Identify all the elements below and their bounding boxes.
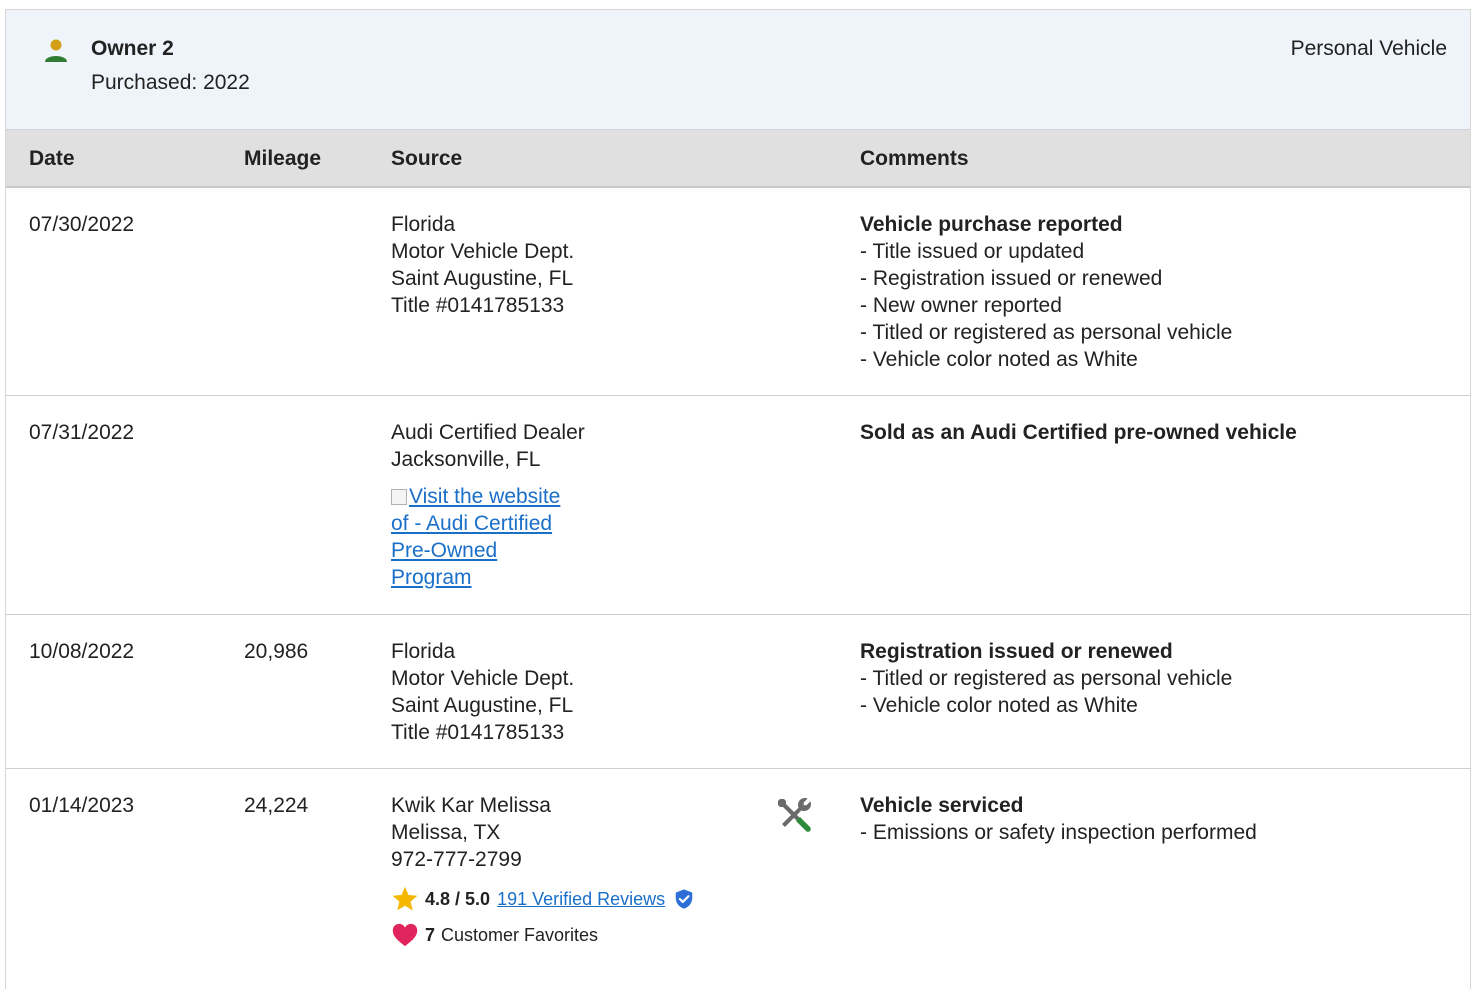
source-line: Title #0141785133 <box>391 294 565 317</box>
comment-item: - Title issued or updated <box>860 240 1085 263</box>
favorites-label: Customer Favorites <box>441 924 599 945</box>
row-date: 01/14/2023 <box>29 794 135 817</box>
row-date: 10/08/2022 <box>29 640 135 663</box>
table-row: 01/14/2023 24,224 Kwik Kar Melissa Melis… <box>6 769 1470 989</box>
table-row: 07/30/2022 Florida Motor Vehicle Dept. S… <box>6 188 1470 396</box>
owner-purchased-year: Purchased: 2022 <box>91 71 250 94</box>
favorites-line: 7 Customer Favorites <box>391 921 695 949</box>
source-line: Motor Vehicle Dept. <box>391 667 575 690</box>
source-line: Florida <box>391 640 456 663</box>
rating-value: 4.8 / 5.0 <box>425 888 491 909</box>
comment-item: - Titled or registered as personal vehic… <box>860 667 1233 690</box>
heart-icon <box>392 923 418 947</box>
comment-title: Sold as an Audi Certified pre-owned vehi… <box>860 421 1297 444</box>
column-header-mileage: Mileage <box>244 147 322 170</box>
source-line: Motor Vehicle Dept. <box>391 240 575 263</box>
column-header-source: Source <box>391 147 463 170</box>
owner-title: Owner 2 <box>91 37 174 60</box>
column-header-date: Date <box>29 147 75 170</box>
row-mileage: 20,986 <box>244 640 309 663</box>
row-comments: Vehicle serviced - Emissions or safety i… <box>860 792 1450 846</box>
row-comments: Registration issued or renewed - Titled … <box>860 638 1450 719</box>
person-icon <box>45 39 67 62</box>
comment-item: - New owner reported <box>860 294 1062 317</box>
source-line: Saint Augustine, FL <box>391 267 574 290</box>
owner-header: Owner 2 Purchased: 2022 Personal Vehicle <box>6 10 1470 130</box>
row-source: Florida Motor Vehicle Dept. Saint August… <box>391 211 574 319</box>
table-row: 07/31/2022 Audi Certified Dealer Jackson… <box>6 396 1470 614</box>
comment-item: - Emissions or safety inspection perform… <box>860 821 1257 844</box>
source-line: Jacksonville, FL <box>391 448 541 471</box>
row-source: Kwik Kar Melissa Melissa, TX 972-777-279… <box>391 792 695 949</box>
row-date: 07/30/2022 <box>29 213 135 236</box>
broken-image-icon <box>391 489 407 505</box>
dealer-website-link[interactable]: Visit the website of - Audi Certified Pr… <box>391 483 566 591</box>
row-mileage: 24,224 <box>244 794 309 817</box>
dealer-website-link-text: Visit the website of - Audi Certified Pr… <box>391 485 561 589</box>
row-comments: Sold as an Audi Certified pre-owned vehi… <box>860 419 1450 446</box>
rating-line: 4.8 / 5.0 191 Verified Reviews <box>391 885 695 913</box>
source-line: 972-777-2799 <box>391 848 522 871</box>
source-line: Audi Certified Dealer <box>391 421 585 444</box>
verified-reviews-link[interactable]: 191 Verified Reviews <box>497 886 665 913</box>
source-line: Title #0141785133 <box>391 721 565 744</box>
row-date: 07/31/2022 <box>29 421 135 444</box>
comment-item: - Registration issued or renewed <box>860 267 1163 290</box>
row-source: Florida Motor Vehicle Dept. Saint August… <box>391 638 574 746</box>
table-header: Date Mileage Source Comments <box>6 130 1470 188</box>
source-line: Kwik Kar Melissa <box>391 794 551 817</box>
column-header-comments: Comments <box>860 147 969 170</box>
comment-title: Vehicle serviced <box>860 794 1024 817</box>
source-line: Florida <box>391 213 456 236</box>
star-icon <box>392 886 418 911</box>
service-tools-icon <box>778 798 811 832</box>
verified-shield-icon <box>675 889 693 909</box>
comment-item: - Titled or registered as personal vehic… <box>860 321 1233 344</box>
comment-item: - Vehicle color noted as White <box>860 348 1138 371</box>
comment-title: Vehicle purchase reported <box>860 213 1123 236</box>
favorites-count: 7 <box>425 924 436 945</box>
table-row: 10/08/2022 20,986 Florida Motor Vehicle … <box>6 615 1470 768</box>
comment-title: Registration issued or renewed <box>860 640 1173 663</box>
owner-history-panel: Owner 2 Purchased: 2022 Personal Vehicle… <box>5 9 1471 989</box>
owner-vehicle-type: Personal Vehicle <box>1290 37 1447 60</box>
source-line: Saint Augustine, FL <box>391 694 574 717</box>
comment-item: - Vehicle color noted as White <box>860 694 1138 717</box>
source-line: Melissa, TX <box>391 821 501 844</box>
row-comments: Vehicle purchase reported - Title issued… <box>860 211 1450 373</box>
row-source: Audi Certified Dealer Jacksonville, FL V… <box>391 419 585 591</box>
